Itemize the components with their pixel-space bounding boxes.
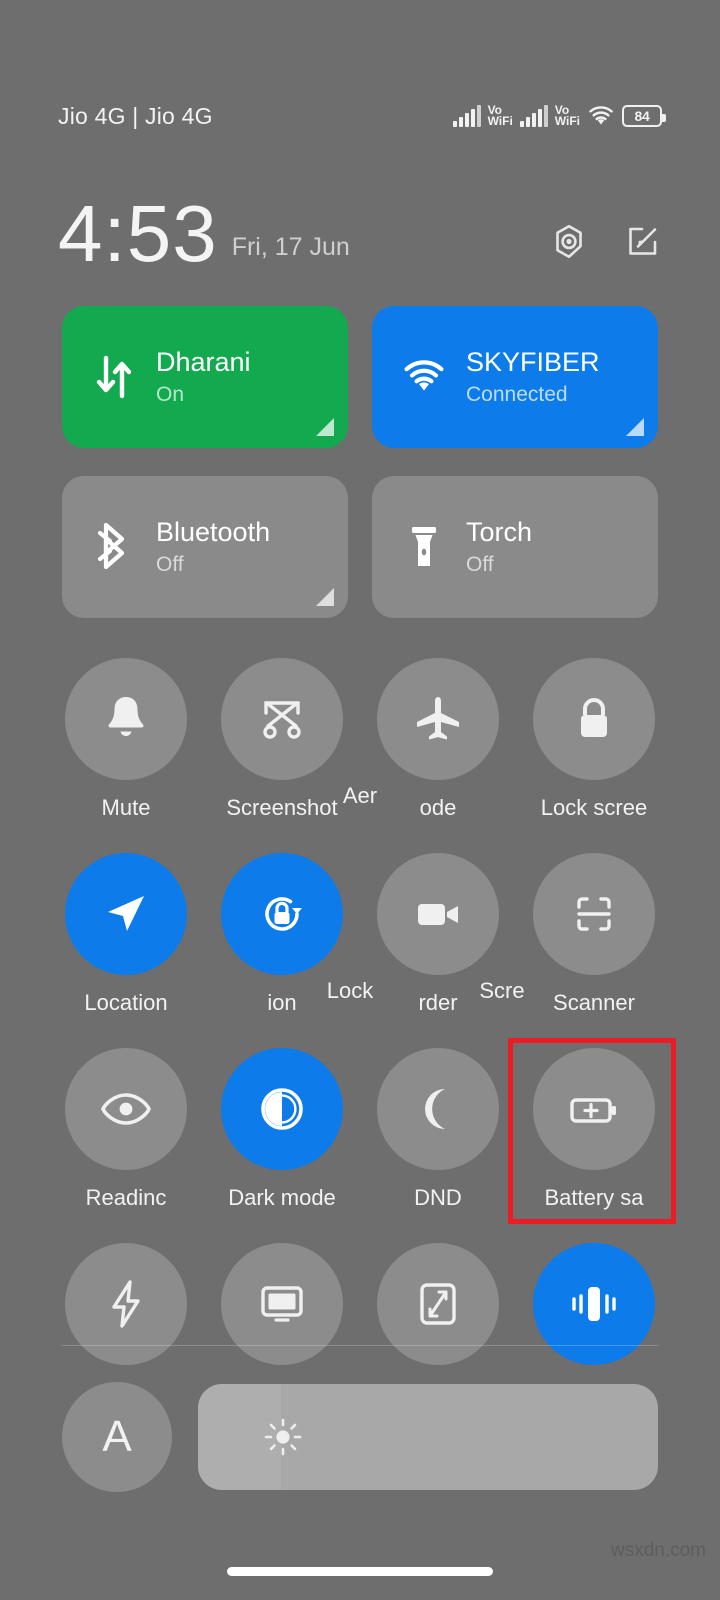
bluetooth-icon bbox=[88, 521, 140, 573]
tile-mobile-data[interactable]: Dharani On bbox=[62, 306, 348, 448]
airplane-icon[interactable] bbox=[377, 658, 499, 780]
signal-bars-icon bbox=[519, 105, 548, 127]
tile-status: Off bbox=[156, 553, 184, 576]
toggle-label-fragment-a: ode bbox=[419, 795, 457, 820]
vowifi-bottom-label: WiFi bbox=[554, 114, 580, 128]
toggle-label-fragment-b: Aer bbox=[342, 783, 378, 808]
toggle-lock-screen[interactable]: Lock scree bbox=[516, 658, 672, 821]
toggle-location[interactable]: Location bbox=[48, 853, 204, 1016]
location-arrow-icon[interactable] bbox=[65, 853, 187, 975]
toggle-label: Mute bbox=[101, 795, 151, 820]
tile-title: Bluetooth bbox=[156, 517, 271, 547]
scan-frame-icon[interactable] bbox=[533, 853, 655, 975]
tile-torch[interactable]: Torch Off bbox=[372, 476, 658, 618]
tile-title: Dharani bbox=[156, 347, 251, 377]
toggle-lightning[interactable] bbox=[48, 1243, 204, 1380]
tile-bluetooth[interactable]: Bluetooth Off bbox=[62, 476, 348, 618]
vibration-icon[interactable] bbox=[533, 1243, 655, 1365]
toggle-label: Lock scree bbox=[540, 795, 648, 820]
tile-title: SKYFIBER bbox=[466, 347, 600, 377]
signal-bars-icon bbox=[452, 105, 481, 127]
battery-plus-icon[interactable] bbox=[533, 1048, 655, 1170]
eye-icon[interactable] bbox=[65, 1048, 187, 1170]
toggle-resize[interactable] bbox=[360, 1243, 516, 1380]
moon-icon[interactable] bbox=[377, 1048, 499, 1170]
brightness-slider[interactable] bbox=[198, 1384, 658, 1490]
toggle-reading-mode[interactable]: Readinc bbox=[48, 1048, 204, 1211]
toggle-label: Readinc bbox=[85, 1185, 167, 1210]
section-divider bbox=[62, 1345, 658, 1346]
toggle-label: Battery sa bbox=[544, 1185, 644, 1210]
contrast-circle-icon[interactable] bbox=[221, 1048, 343, 1170]
toggle-label-fragment-b: Scre bbox=[479, 978, 525, 1003]
cast-screen-icon[interactable] bbox=[221, 1243, 343, 1365]
home-gesture-bar[interactable] bbox=[227, 1567, 493, 1576]
toggle-dnd[interactable]: DND bbox=[360, 1048, 516, 1211]
toggle-label: Scanner bbox=[553, 990, 635, 1015]
toggle-label-fragment-b: Lock bbox=[326, 978, 374, 1003]
tile-expand-corner-icon[interactable] bbox=[626, 418, 644, 436]
vowifi-bottom-label: WiFi bbox=[487, 114, 513, 128]
rotation-lock-icon[interactable] bbox=[221, 853, 343, 975]
toggle-battery-saver[interactable]: Battery sa bbox=[516, 1048, 672, 1211]
toggle-grid-row-4 bbox=[48, 1243, 672, 1380]
battery-icon: 84 bbox=[622, 105, 666, 127]
vowifi-icon: Vo WiFi bbox=[554, 104, 580, 128]
toggle-label: DND bbox=[414, 1185, 462, 1210]
mobile-data-arrows-icon bbox=[88, 352, 140, 402]
toggle-dark-mode[interactable]: Dark mode bbox=[204, 1048, 360, 1211]
bell-icon[interactable] bbox=[65, 658, 187, 780]
tile-expand-corner-icon[interactable] bbox=[316, 588, 334, 606]
auto-brightness-button[interactable]: A bbox=[62, 1382, 172, 1492]
battery-percent-label: 84 bbox=[634, 108, 650, 124]
edit-pencil-icon[interactable] bbox=[624, 222, 662, 260]
sun-icon bbox=[262, 1416, 304, 1458]
tile-status: Off bbox=[466, 553, 494, 576]
lock-icon[interactable] bbox=[533, 658, 655, 780]
panel-header: 4:53 Fri, 17 Jun bbox=[0, 180, 720, 278]
settings-gear-icon[interactable] bbox=[550, 222, 588, 260]
video-camera-icon[interactable] bbox=[377, 853, 499, 975]
tile-expand-corner-icon[interactable] bbox=[316, 418, 334, 436]
toggle-vibration[interactable] bbox=[516, 1243, 672, 1380]
tile-wifi[interactable]: SKYFIBER Connected bbox=[372, 306, 658, 448]
tile-status: Connected bbox=[466, 383, 568, 406]
watermark-label: wsxdn.com bbox=[610, 1540, 706, 1561]
quick-settings-panel: Jio 4G | Jio 4G Vo WiFi Vo WiFi 84 4:53 … bbox=[0, 0, 720, 1600]
wifi-icon bbox=[398, 358, 450, 396]
toggle-label-scrolling: ode bbox=[420, 795, 457, 821]
lightning-bolt-icon[interactable] bbox=[65, 1243, 187, 1365]
flashlight-icon bbox=[398, 521, 450, 573]
toggle-grid-row-3: Readinc Dark mode DND Battery sa bbox=[48, 1048, 672, 1211]
tile-title: Torch bbox=[466, 517, 533, 547]
clock-time: 4:53 bbox=[58, 189, 218, 278]
big-tile-row-1: Dharani On SKYFIBER Connected bbox=[62, 306, 658, 448]
carrier-label: Jio 4G | Jio 4G bbox=[58, 102, 213, 129]
resize-arrows-icon[interactable] bbox=[377, 1243, 499, 1365]
status-icons: Vo WiFi Vo WiFi 84 bbox=[452, 104, 666, 128]
toggle-label: Location bbox=[84, 990, 168, 1015]
brightness-row: A bbox=[62, 1382, 658, 1492]
status-bar: Jio 4G | Jio 4G Vo WiFi Vo WiFi 84 bbox=[0, 96, 720, 136]
header-actions bbox=[550, 222, 662, 260]
toggle-label: Dark mode bbox=[228, 1185, 336, 1210]
tile-status: On bbox=[156, 383, 185, 406]
clock-date: Fri, 17 Jun bbox=[231, 233, 350, 261]
toggle-mute[interactable]: Mute bbox=[48, 658, 204, 821]
big-tile-row-2: Bluetooth Off Torch Off bbox=[62, 476, 658, 618]
vowifi-icon: Vo WiFi bbox=[487, 104, 513, 128]
wifi-icon bbox=[587, 105, 615, 127]
toggle-cast-screen[interactable] bbox=[204, 1243, 360, 1380]
screenshot-scissors-icon[interactable] bbox=[221, 658, 343, 780]
